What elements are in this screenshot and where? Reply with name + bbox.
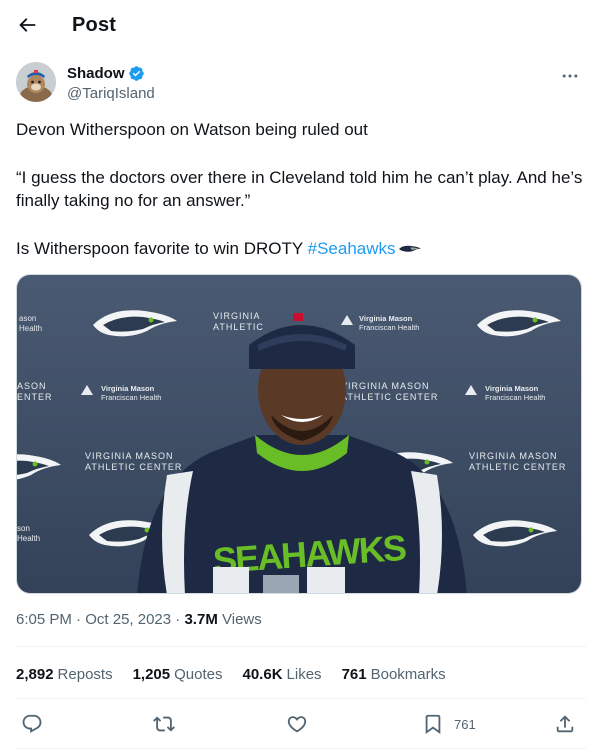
share-button[interactable] — [554, 710, 576, 738]
post-quote: “I guess the doctors over there in Cleve… — [16, 167, 583, 211]
meta-separator: · — [76, 611, 82, 628]
backdrop-venue-text: ATHLETIC CENTER — [341, 392, 438, 402]
reply-button[interactable] — [21, 710, 43, 738]
bookmark-icon — [425, 714, 441, 735]
engagement-stats: 2,892 Reposts 1,205 Quotes 40.6K Likes 761 B… — [16, 666, 466, 683]
backdrop-edge-text: Health — [19, 324, 42, 333]
share-icon — [556, 715, 574, 733]
divider — [16, 698, 586, 699]
bookmarks-stat[interactable]: 761 Bookmarks — [342, 666, 446, 683]
backdrop-edge-text: ason — [19, 314, 36, 323]
display-name: Shadow — [67, 65, 125, 82]
backdrop-sponsor-text: Virginia Mason — [101, 384, 155, 393]
hashtag-link[interactable]: #Seahawks — [308, 239, 396, 258]
backdrop-sponsor-text: Franciscan Health — [359, 323, 419, 332]
arrow-left-icon — [19, 18, 36, 32]
bookmark-button[interactable]: 761 — [422, 710, 476, 738]
backdrop-sponsor-text: Virginia Mason — [485, 384, 539, 393]
display-name-link[interactable]: Shadow — [67, 65, 145, 82]
post-line-3-text: Is Witherspoon favorite to win DROTY — [16, 238, 308, 258]
bookmark-count: 761 — [454, 716, 476, 732]
backdrop-venue-text: VIRGINIA — [213, 311, 261, 321]
back-button[interactable] — [12, 10, 42, 40]
divider — [16, 748, 586, 749]
action-bar: 761 — [16, 704, 586, 744]
quotes-stat[interactable]: 1,205 Quotes — [133, 666, 223, 683]
post-text: Devon Witherspoon on Watson being ruled … — [16, 118, 586, 260]
post-media-image[interactable]: ason Health VIRGINIA ATHLETIC Virginia M… — [16, 274, 582, 594]
views-count: 3.7M — [184, 611, 218, 628]
reply-icon — [22, 714, 42, 733]
post-meta: 6:05 PM · Oct 25, 2023 · 3.7M Views — [16, 611, 262, 628]
likes-stat[interactable]: 40.6K Likes — [243, 666, 322, 683]
backdrop-venue-text: VIRGINIA MASON — [341, 381, 430, 391]
user-handle[interactable]: @TariqIsland — [67, 85, 155, 102]
more-options-button[interactable] — [558, 64, 582, 88]
like-button[interactable] — [286, 710, 308, 738]
backdrop-venue-text: ATHLETIC — [213, 322, 264, 332]
meta-separator: · — [175, 611, 181, 628]
backdrop-venue-text: VIRGINIA MASON — [85, 451, 174, 461]
post-line-3: Is Witherspoon favorite to win DROTY #Se… — [16, 237, 586, 261]
post-author: Shadow @TariqIsland — [16, 62, 586, 106]
backdrop-venue-text: ATHLETIC CENTER — [469, 462, 566, 472]
verified-badge-icon — [128, 66, 144, 81]
more-horizontal-icon — [562, 74, 578, 78]
repost-button[interactable] — [153, 710, 175, 738]
post-line-1: Devon Witherspoon on Watson being ruled … — [16, 120, 368, 139]
avatar[interactable] — [16, 62, 56, 102]
backdrop-edge-text: ASON — [17, 381, 47, 391]
reposts-stat[interactable]: 2,892 Reposts — [16, 666, 113, 683]
heart-icon — [287, 716, 307, 733]
backdrop-sponsor-text: Virginia Mason — [359, 314, 413, 323]
backdrop-venue-text: ATHLETIC CENTER — [85, 462, 182, 472]
post-date[interactable]: Oct 25, 2023 — [85, 611, 171, 628]
seahawks-logo-icon — [398, 245, 421, 252]
backdrop-sponsor-text: Franciscan Health — [101, 393, 161, 402]
repost-icon — [153, 716, 175, 732]
backdrop-sponsor-text: Franciscan Health — [485, 393, 545, 402]
backdrop-edge-text: ENTER — [17, 392, 53, 402]
top-bar: Post — [0, 0, 602, 52]
backdrop-venue-text: VIRGINIA MASON — [469, 451, 558, 461]
backdrop-edge-text: Health — [17, 534, 40, 543]
divider — [16, 646, 586, 647]
backdrop-edge-text: son — [17, 524, 30, 533]
page-title: Post — [72, 14, 117, 36]
views-label: Views — [222, 611, 262, 628]
post-time[interactable]: 6:05 PM — [16, 611, 72, 628]
